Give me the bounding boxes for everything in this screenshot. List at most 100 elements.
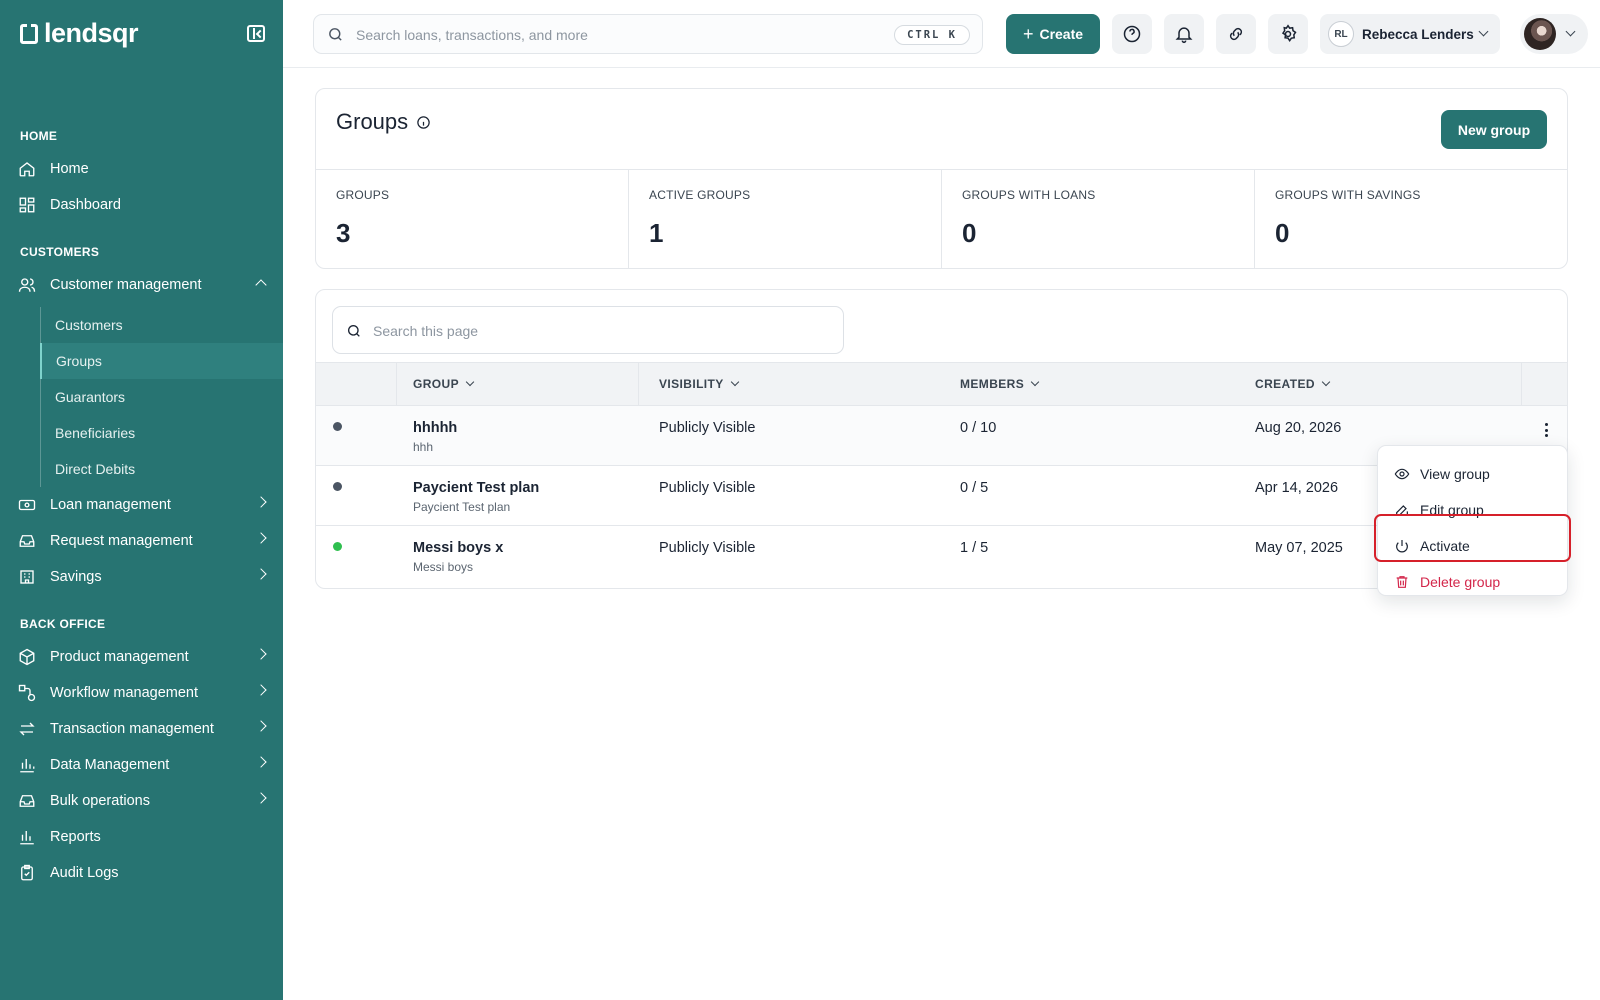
sidebar-item-label: Product management [50,649,189,665]
top-bar: CTRL K + Create RL Rebecca Lenders [283,0,1600,68]
new-group-button[interactable]: New group [1441,110,1547,149]
sidebar-item-dashboard[interactable]: Dashboard [0,187,283,223]
sidebar-item-transaction-management[interactable]: Transaction management [0,711,283,747]
sidebar-subitem-groups[interactable]: Groups [40,343,283,379]
row-actions-menu: View group Edit group Activate Delete gr… [1377,445,1568,596]
column-header-visibility[interactable]: VISIBILITY [659,377,739,391]
sidebar-item-savings[interactable]: Savings [0,559,283,595]
chevron-right-icon [255,756,267,768]
sidebar-item-audit-logs[interactable]: Audit Logs [0,855,283,891]
sidebar-item-reports[interactable]: Reports [0,819,283,855]
menu-item-edit-group[interactable]: Edit group [1378,493,1567,527]
sidebar-item-label: Customer management [50,277,202,293]
status-dot [333,482,342,491]
edit-icon [1396,505,1408,516]
stat-groups-with-loans: GROUPS WITH LOANS 0 [942,170,1255,268]
page-search[interactable] [332,306,844,354]
sidebar-subitem-beneficiaries[interactable]: Beneficiaries [40,415,283,451]
sidebar-item-home[interactable]: Home [0,151,283,187]
sidebar-subitem-customers[interactable]: Customers [40,307,283,343]
users-icon [18,276,36,294]
avatar-menu-button[interactable] [1520,14,1588,54]
menu-item-label: Activate [1420,538,1470,554]
sidebar-item-request-management[interactable]: Request management [0,523,283,559]
visibility-cell: Publicly Visible [659,420,756,436]
stat-groups-with-savings: GROUPS WITH SAVINGS 0 [1255,170,1567,268]
sidebar-item-label: Savings [50,569,102,585]
stat-value: 3 [336,218,351,248]
collapse-sidebar-icon[interactable] [247,25,265,42]
global-search[interactable]: CTRL K [313,14,983,54]
menu-item-label: View group [1420,466,1490,482]
box-icon [18,648,36,666]
sidebar-item-bulk-operations[interactable]: Bulk operations [0,783,283,819]
chevron-right-icon [255,684,267,696]
members-cell: 0 / 5 [960,480,989,496]
settings-button[interactable] [1268,14,1308,54]
user-menu-button[interactable]: RL Rebecca Lenders [1320,14,1500,54]
page-search-input[interactable] [373,319,813,343]
sidebar-item-label: Reports [50,829,101,845]
sidebar-item-data-management[interactable]: Data Management [0,747,283,783]
trash-icon [1396,576,1408,588]
stat-label: GROUPS WITH LOANS [962,188,1096,202]
brand-name: lendsqr [44,18,139,48]
chevron-down-icon [1478,26,1489,37]
clipboard-check-icon [18,864,36,882]
page-title: Groups [336,109,409,134]
sidebar-item-label: Data Management [50,757,170,773]
info-icon[interactable] [416,115,431,130]
group-name-link[interactable]: Paycient Test plan [413,480,539,496]
help-button[interactable] [1112,14,1152,54]
sidebar-item-label: Workflow management [50,685,199,701]
bell-icon [1175,27,1193,44]
global-search-input[interactable] [356,23,886,47]
menu-item-view-group[interactable]: View group [1378,457,1567,491]
group-description: Messi boys [413,560,474,574]
sidebar-subitem-guarantors[interactable]: Guarantors [40,379,283,415]
bank-icon [18,568,36,586]
menu-item-label: Edit group [1420,502,1484,518]
column-header-created[interactable]: CREATED [1255,377,1331,391]
sidebar-subitem-direct-debits[interactable]: Direct Debits [40,451,283,487]
column-header-group[interactable]: GROUP [413,377,475,391]
transfer-icon [18,720,36,738]
group-description: hhh [413,440,434,454]
notifications-button[interactable] [1164,14,1204,54]
column-header-label: GROUP [413,377,460,391]
stat-value: 0 [962,218,977,248]
group-name-link[interactable]: Messi boys x [413,540,503,556]
column-header-members[interactable]: MEMBERS [960,377,1040,391]
table-header: GROUP VISIBILITY MEMBERS CREATED [316,362,1567,406]
stats-row: GROUPS 3 ACTIVE GROUPS 1 GROUPS WITH LOA… [316,169,1567,268]
chevron-right-icon [255,496,267,508]
sidebar-item-label: Audit Logs [50,865,119,881]
stat-label: GROUPS WITH SAVINGS [1275,188,1421,202]
sidebar-item-product-management[interactable]: Product management [0,639,283,675]
menu-item-activate[interactable]: Activate [1378,529,1567,563]
sidebar-item-customer-management[interactable]: Customer management [0,267,283,303]
menu-item-delete-group[interactable]: Delete group [1378,565,1567,599]
workflow-icon [18,684,36,702]
sidebar: lendsqr HOME Home Dashboard CUSTOMERS Cu… [0,0,283,1000]
row-actions-kebab-icon[interactable] [1538,420,1554,440]
link-icon [1229,27,1243,41]
sidebar-item-workflow-management[interactable]: Workflow management [0,675,283,711]
stat-value: 1 [649,218,664,248]
inbox-icon [18,532,36,550]
column-header-label: VISIBILITY [659,377,724,391]
chevron-down-icon [465,377,475,387]
column-divider [1521,363,1522,405]
home-icon [18,160,36,178]
create-button[interactable]: + Create [1006,14,1100,54]
sidebar-item-loan-management[interactable]: Loan management [0,487,283,523]
link-button[interactable] [1216,14,1256,54]
column-divider [638,363,639,405]
create-button-label: Create [1039,26,1084,42]
brand-logo[interactable]: lendsqr [20,18,139,49]
section-title-back-office: BACK OFFICE [20,617,106,631]
group-name-link[interactable]: hhhhh [413,420,457,436]
chevron-right-icon [255,720,267,732]
chevron-right-icon [255,648,267,660]
money-icon [18,496,36,514]
